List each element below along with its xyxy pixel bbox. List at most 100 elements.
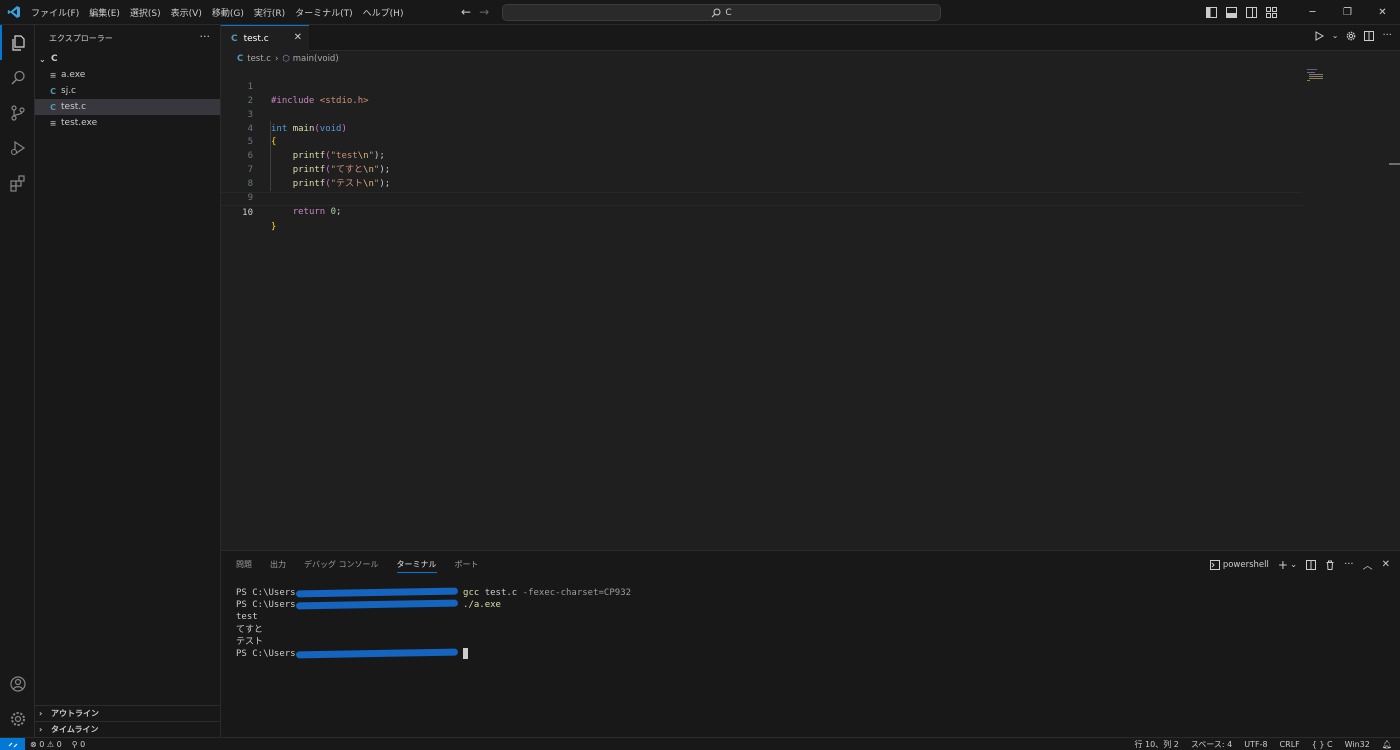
command-center-search[interactable]: C xyxy=(502,4,941,21)
menu-edit[interactable]: 編集(E) xyxy=(89,6,120,19)
extensions-icon[interactable] xyxy=(0,165,35,200)
tab-problems[interactable]: 問題 xyxy=(236,551,252,577)
search-label: C xyxy=(725,7,732,18)
tab-terminal[interactable]: ターミナル xyxy=(396,551,437,577)
search-icon[interactable] xyxy=(0,60,35,95)
chevron-down-icon[interactable]: ⌄ xyxy=(1290,560,1297,570)
ports-status[interactable]: ⚲ 0 xyxy=(72,740,86,749)
redacted-path xyxy=(295,587,458,598)
c-file-icon: C xyxy=(50,102,56,112)
run-icon[interactable] xyxy=(1314,30,1324,41)
terminal-output[interactable]: PS C:\Users gcc test.c -fexec-charset=CP… xyxy=(236,587,631,660)
more-actions-icon[interactable]: ··· xyxy=(200,30,211,43)
outline-section[interactable]: › アウトライン xyxy=(35,705,221,721)
file-test-exe[interactable]: ≡ test.exe xyxy=(35,115,220,131)
indentation[interactable]: スペース: 4 xyxy=(1191,739,1232,750)
status-left: ⊗ 0 ⚠ 0 ⚲ 0 xyxy=(30,738,85,750)
account-icon[interactable] xyxy=(0,666,35,701)
file-label: a.exe xyxy=(61,70,86,80)
terminal-line: てすと xyxy=(236,624,264,635)
split-terminal-icon[interactable] xyxy=(1306,559,1317,570)
breadcrumb-symbol[interactable]: main(void) xyxy=(293,54,339,64)
maximize-panel-icon[interactable]: ︿ xyxy=(1363,557,1373,572)
terminal-line: PS C:\Users ./a.exe xyxy=(236,599,631,611)
file-sj-c[interactable]: C sj.c xyxy=(35,83,220,99)
platform[interactable]: Win32 xyxy=(1345,740,1370,749)
restore-icon[interactable]: ❐ xyxy=(1330,0,1365,25)
toggle-primary-sidebar-icon[interactable] xyxy=(1201,0,1221,25)
terminal-cursor xyxy=(463,647,469,659)
problems-status[interactable]: ⊗ 0 ⚠ 0 xyxy=(30,740,62,749)
close-icon[interactable]: ✕ xyxy=(1365,0,1400,25)
c-file-icon: C xyxy=(237,54,244,64)
customize-layout-icon[interactable] xyxy=(1261,0,1281,25)
menu-file[interactable]: ファイル(F) xyxy=(31,6,79,19)
source-control-icon[interactable] xyxy=(0,95,35,130)
encoding[interactable]: UTF-8 xyxy=(1244,740,1267,749)
close-panel-icon[interactable]: ✕ xyxy=(1382,559,1390,570)
terminal-line: PS C:\Users xyxy=(236,647,631,660)
bell-icon[interactable]: 🔔︎ xyxy=(1382,740,1392,749)
folder-c[interactable]: ⌄ C xyxy=(35,51,220,67)
code-line-current: 10 } xyxy=(221,192,1302,232)
breadcrumb-file[interactable]: test.c xyxy=(247,54,271,64)
tab-output[interactable]: 出力 xyxy=(270,551,286,577)
more-actions-icon[interactable]: ··· xyxy=(1344,559,1354,570)
panel-tabs: 問題 出力 デバッグ コンソール ターミナル ポート xyxy=(236,551,497,577)
more-actions-icon[interactable]: ··· xyxy=(1382,30,1392,41)
tab-debug-console[interactable]: デバッグ コンソール xyxy=(304,551,379,577)
file-a-exe[interactable]: ≡ a.exe xyxy=(35,67,220,83)
chevron-down-icon: ⌄ xyxy=(39,54,46,64)
explorer-title: エクスプローラー xyxy=(49,33,113,43)
file-test-c[interactable]: C test.c xyxy=(35,99,220,115)
tab-test-c[interactable]: C test.c ✕ xyxy=(221,25,309,51)
bottom-panel: 問題 出力 デバッグ コンソール ターミナル ポート powershell + … xyxy=(221,550,1400,737)
antenna-icon: ⚲ xyxy=(71,740,78,749)
code-line: 7 printf("テスト\n"); xyxy=(221,150,1306,189)
menu-terminal[interactable]: ターミナル(T) xyxy=(295,6,353,19)
line-number: 10 xyxy=(242,207,253,218)
timeline-section[interactable]: › タイムライン xyxy=(35,721,221,737)
terminal-shell-name[interactable]: powershell xyxy=(1223,560,1269,570)
ports-count: 0 xyxy=(80,740,86,749)
new-terminal-icon[interactable]: + xyxy=(1278,558,1288,572)
terminal-line: test xyxy=(236,612,258,623)
code-editor[interactable]: 1 #include <stdio.h> 2 3 int main(void) … xyxy=(221,67,1306,547)
c-file-icon: C xyxy=(231,33,238,44)
menu-go[interactable]: 移動(G) xyxy=(212,6,244,19)
minimap[interactable] xyxy=(1306,68,1328,82)
code-line: 1 #include <stdio.h> xyxy=(221,67,1306,106)
arrow-right-icon[interactable]: → xyxy=(479,5,489,19)
menu-view[interactable]: 表示(V) xyxy=(171,6,202,19)
menu-run[interactable]: 実行(R) xyxy=(254,6,285,19)
language-mode[interactable]: { } C xyxy=(1312,740,1333,749)
explorer-header: エクスプローラー ··· xyxy=(35,25,220,51)
toggle-panel-icon[interactable] xyxy=(1221,0,1241,25)
status-right: 行 10、列 2 スペース: 4 UTF-8 CRLF { } C Win32 … xyxy=(1134,738,1392,750)
token-brace: } xyxy=(271,221,277,232)
tab-ports[interactable]: ポート xyxy=(455,551,479,577)
code-line: 5 printf("test\n"); xyxy=(221,123,1306,161)
remote-indicator[interactable] xyxy=(0,738,25,750)
menu-help[interactable]: ヘルプ(H) xyxy=(363,6,404,19)
arrow-left-icon[interactable]: ← xyxy=(461,5,471,19)
terminal-icon xyxy=(1209,559,1220,570)
end-of-line[interactable]: CRLF xyxy=(1280,740,1300,749)
trash-icon[interactable] xyxy=(1325,560,1335,570)
explorer-icon[interactable] xyxy=(0,25,35,60)
terminal-line: PS C:\Users gcc test.c -fexec-charset=CP… xyxy=(236,587,631,599)
run-debug-icon[interactable] xyxy=(0,130,35,165)
toggle-secondary-sidebar-icon[interactable] xyxy=(1241,0,1261,25)
token-punct: ; xyxy=(336,206,342,217)
split-editor-icon[interactable] xyxy=(1364,30,1375,41)
indent-guide xyxy=(270,121,271,191)
chevron-down-icon[interactable]: ⌄ xyxy=(1332,31,1339,40)
minimize-icon[interactable]: ─ xyxy=(1295,0,1330,25)
warning-icon: ⚠ xyxy=(46,740,55,749)
gear-icon[interactable] xyxy=(1346,31,1356,41)
menu-selection[interactable]: 選択(S) xyxy=(130,6,161,19)
cursor-position[interactable]: 行 10、列 2 xyxy=(1134,739,1178,750)
code-line: 4 { xyxy=(221,109,1306,148)
close-tab-icon[interactable]: ✕ xyxy=(294,32,302,43)
gear-icon[interactable] xyxy=(0,701,35,736)
